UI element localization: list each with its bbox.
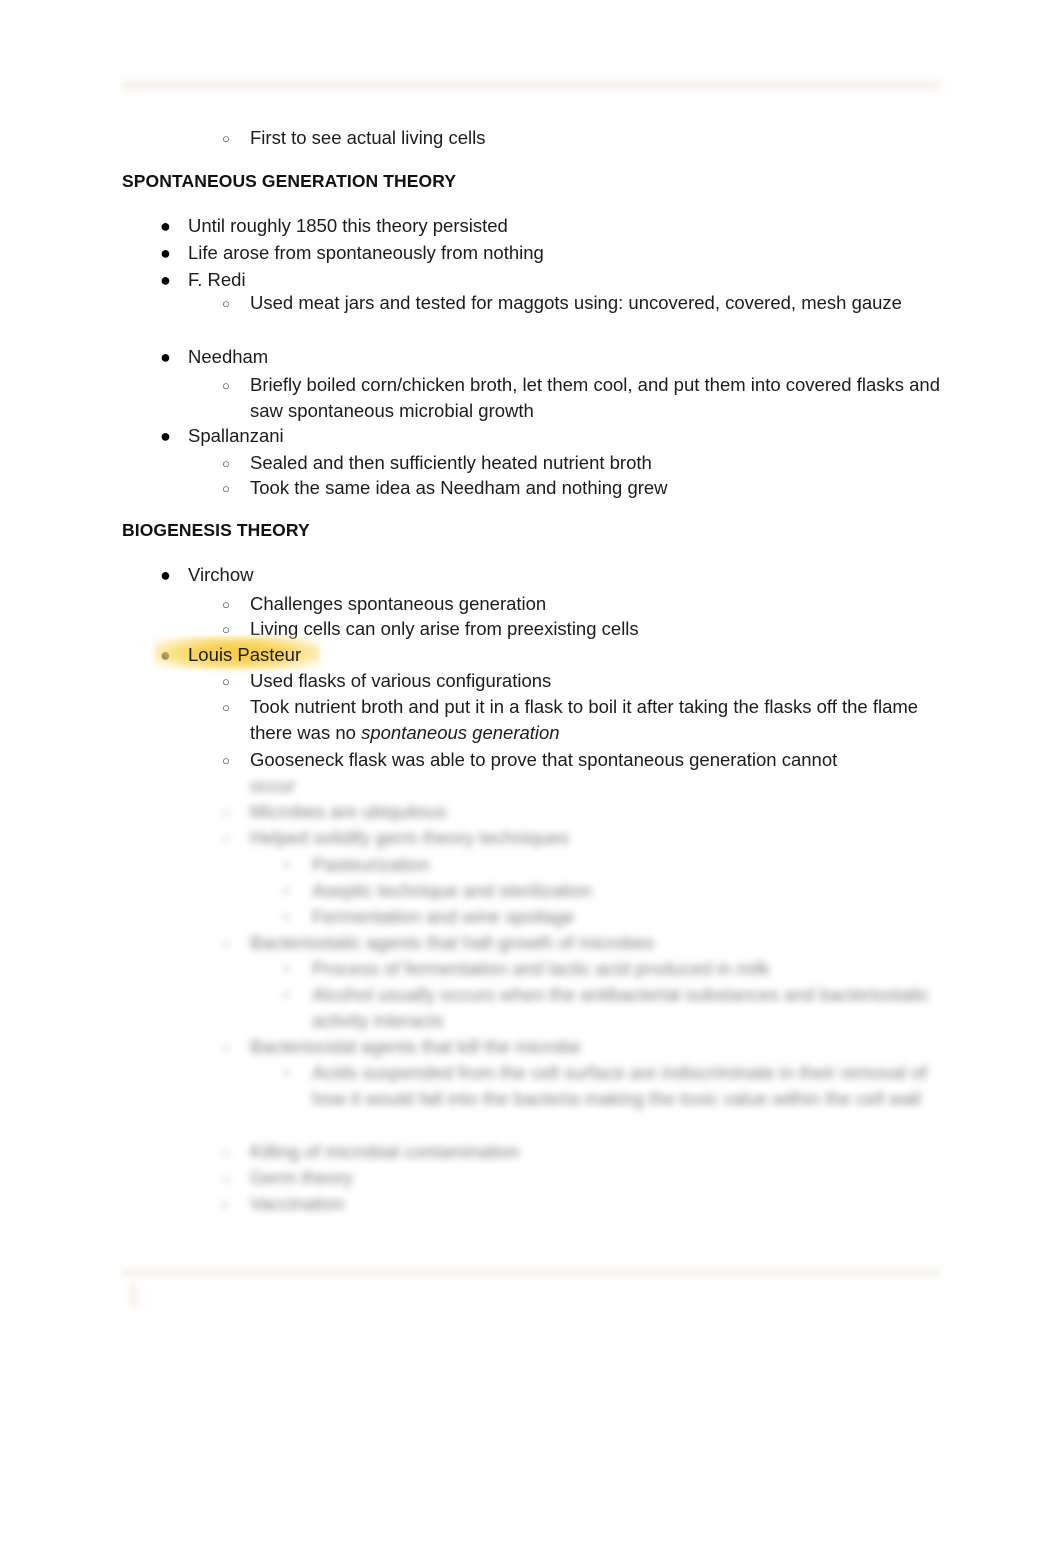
list-item-text: Spallanzani [188,425,284,446]
list-item: ○ Briefly boiled corn/chicken broth, let… [222,372,950,424]
list-item-text: Germ theory [250,1167,353,1188]
list-item: ○ Sealed and then sufficiently heated nu… [222,450,942,476]
square-bullet-icon: ▪ [284,857,289,872]
list-item-text: Aseptic technique and sterilization [312,880,592,901]
circle-bullet-icon: ○ [222,1171,230,1186]
list-item: ● Needham [160,344,948,370]
list-item: ○ Microbes are ubiquitous [222,799,942,825]
list-item: ● Life arose from spontaneously from not… [160,240,948,266]
list-item-text-plain: Took nutrient broth and put it in a flas… [250,696,919,743]
list-item-text: Helped solidify germ theory techniques [250,827,569,848]
footer-page-mark [130,1282,140,1308]
list-item: ▪ Alcohol usually occurs when the antiba… [284,982,942,1034]
list-item-text: Took nutrient broth and put it in a flas… [250,694,942,746]
circle-bullet-icon: ○ [222,131,230,146]
circle-bullet-icon: ○ [222,481,230,496]
list-item-text: Killing of microbial contamination [250,1141,520,1162]
circle-bullet-icon: ○ [222,805,230,820]
list-item: ○ Took the same idea as Needham and noth… [222,475,942,501]
list-item: ○ Helped solidify germ theory techniques [222,825,942,851]
list-item: ● Until roughly 1850 this theory persist… [160,213,948,239]
highlighted-text: Louis Pasteur [188,644,302,665]
disc-bullet-icon: ● [160,243,171,263]
list-item-highlighted: ● Louis Pasteur [154,636,948,670]
list-item: ▪ Vaccination [222,1191,942,1217]
list-item: ○ Gooseneck flask was able to prove that… [222,747,942,773]
circle-bullet-icon: ○ [222,296,230,311]
list-item-text: Life arose from spontaneously from nothi… [188,242,544,263]
list-item: ○ Took nutrient broth and put it in a fl… [222,694,942,746]
list-item-text: Until roughly 1850 this theory persisted [188,215,508,236]
square-bullet-icon: ▪ [284,883,289,898]
list-item: ○ First to see actual living cells [222,125,942,151]
header-band [122,78,940,92]
section-heading: BIOGENESIS THEORY [122,520,310,540]
list-item-text: Used meat jars and tested for maggots us… [250,292,902,313]
list-item-text: Took the same idea as Needham and nothin… [250,477,668,498]
list-item: ○ Bacteriocidal agents that kill the mic… [222,1034,942,1060]
list-item: ○ Used flasks of various configurations [222,668,942,694]
list-item-text: Briefly boiled corn/chicken broth, let t… [250,374,941,421]
list-item: ▪ Fermentation and wine spoilage [284,904,942,930]
circle-bullet-icon: ○ [222,753,230,768]
list-item-text: Sealed and then sufficiently heated nutr… [250,452,652,473]
disc-bullet-icon: ● [160,565,171,585]
circle-bullet-icon: ○ [222,597,230,612]
list-item-text: Needham [188,346,269,367]
list-item: ○ Living cells can only arise from preex… [222,616,942,642]
circle-bullet-icon: ○ [222,378,230,393]
disc-bullet-icon: ● [160,270,171,290]
list-item: ○ Challenges spontaneous generation [222,591,942,617]
list-item-text: First to see actual living cells [250,127,486,148]
disc-bullet-icon: ● [160,645,171,665]
list-item-text: Acids suspended from the cell surface ar… [312,1062,927,1109]
list-item: ▪ Process of fermentation and lactic aci… [284,956,942,982]
circle-bullet-icon: ○ [222,936,230,951]
list-item: ● Spallanzani [160,423,948,449]
list-item-text: Process of fermentation and lactic acid … [312,958,770,979]
list-item-text: Used flasks of various configurations [250,670,552,691]
square-bullet-icon: ▪ [284,987,289,1002]
list-item-text: Fermentation and wine spoilage [312,906,575,927]
list-item: ○ Germ theory [222,1165,942,1191]
list-item-text: Bacteriostatic agents that halt growth o… [250,932,655,953]
section-heading: SPONTANEOUS GENERATION THEORY [122,171,457,191]
square-bullet-icon: ▪ [284,961,289,976]
square-bullet-icon: ▪ [284,909,289,924]
list-item: ▪ Aseptic technique and sterilization [284,878,942,904]
emphasized-term: spontaneous generation [361,722,560,743]
list-item: ▪ Acids suspended from the cell surface … [284,1060,932,1112]
list-item-text: Gooseneck flask was able to prove that s… [250,749,838,770]
disc-bullet-icon: ● [160,347,171,367]
list-item-text: Vaccination [250,1193,345,1214]
document-page: ○ First to see actual living cells SPONT… [0,0,1062,1556]
footer-band [122,1266,940,1278]
disc-bullet-icon: ● [160,216,171,236]
circle-bullet-icon: ○ [222,622,230,637]
list-item: ○ Killing of microbial contamination [222,1139,942,1165]
list-item: ○ Used meat jars and tested for maggots … [222,290,950,316]
list-item: ● Virchow [160,562,948,588]
list-item-text: Microbes are ubiquitous [250,801,447,822]
list-item-text: Pasteurization [312,854,430,875]
circle-bullet-icon: ○ [222,1145,230,1160]
list-item-text: occur [250,775,296,796]
circle-bullet-icon: ○ [222,831,230,846]
list-item-text: Louis Pasteur [154,636,948,670]
list-item-text: Bacteriocidal agents that kill the micro… [250,1036,582,1057]
disc-bullet-icon: ● [160,426,171,446]
list-item-text: Alcohol usually occurs when the antibact… [312,984,930,1031]
list-item: occur [250,773,942,799]
circle-bullet-icon: ○ [222,700,230,715]
circle-bullet-icon: ○ [222,1040,230,1055]
circle-bullet-icon: ○ [222,674,230,689]
circle-bullet-icon: ▪ [222,1197,227,1212]
square-bullet-icon: ▪ [284,1065,289,1080]
list-item-text: Challenges spontaneous generation [250,593,547,614]
list-item-text: Virchow [188,564,254,585]
circle-bullet-icon: ○ [222,456,230,471]
list-item: ○ Bacteriostatic agents that halt growth… [222,930,942,956]
list-item: ▪ Pasteurization [284,852,942,878]
list-item-text: Living cells can only arise from preexis… [250,618,639,639]
